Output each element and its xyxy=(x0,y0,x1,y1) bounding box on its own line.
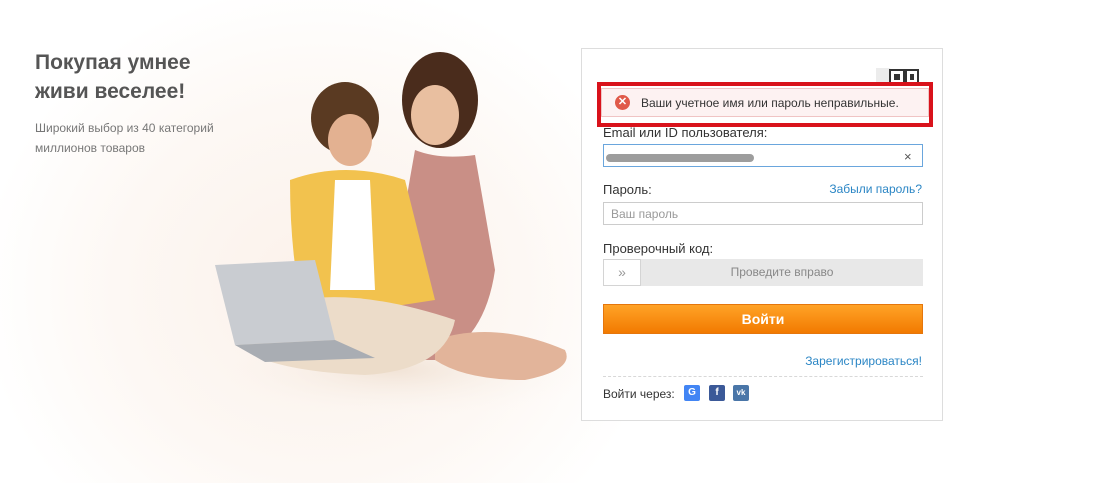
promo-headline-line1: Покупая умнее xyxy=(35,51,191,74)
slide-captcha[interactable]: » Проведите вправо xyxy=(603,259,923,286)
error-message-box: ✕ Ваши учетное имя или пароль неправильн… xyxy=(601,88,929,117)
clear-email-icon[interactable]: × xyxy=(904,149,912,164)
login-panel: ✕ Ваши учетное имя или пароль неправильн… xyxy=(581,48,943,421)
register-link[interactable]: Зарегистрироваться! xyxy=(805,354,922,368)
vk-icon[interactable]: vk xyxy=(733,385,749,401)
google-icon[interactable]: G xyxy=(684,385,700,401)
email-field[interactable] xyxy=(603,144,923,167)
divider xyxy=(603,376,923,377)
social-login-label: Войти через: xyxy=(603,387,675,401)
error-message: Ваши учетное имя или пароль неправильные… xyxy=(641,96,899,110)
slider-handle-icon[interactable]: » xyxy=(603,259,641,286)
email-label: Email или ID пользователя: xyxy=(603,125,768,140)
error-x-icon: ✕ xyxy=(615,95,630,110)
promo-headline-line2: живи веселее! xyxy=(35,80,186,103)
slider-hint: Проведите вправо xyxy=(730,265,834,279)
facebook-icon[interactable]: f xyxy=(709,385,725,401)
promo-subline-line1: Широкий выбор из 40 категорий xyxy=(35,121,214,135)
login-button[interactable]: Войти xyxy=(603,304,923,334)
password-label: Пароль: xyxy=(603,182,652,197)
couple-with-laptop-image xyxy=(195,52,595,420)
promo-subline-line2: миллионов товаров xyxy=(35,141,146,155)
captcha-label: Проверочный код: xyxy=(603,241,714,256)
forgot-password-link[interactable]: Забыли пароль? xyxy=(829,182,922,196)
password-field[interactable] xyxy=(603,202,923,225)
